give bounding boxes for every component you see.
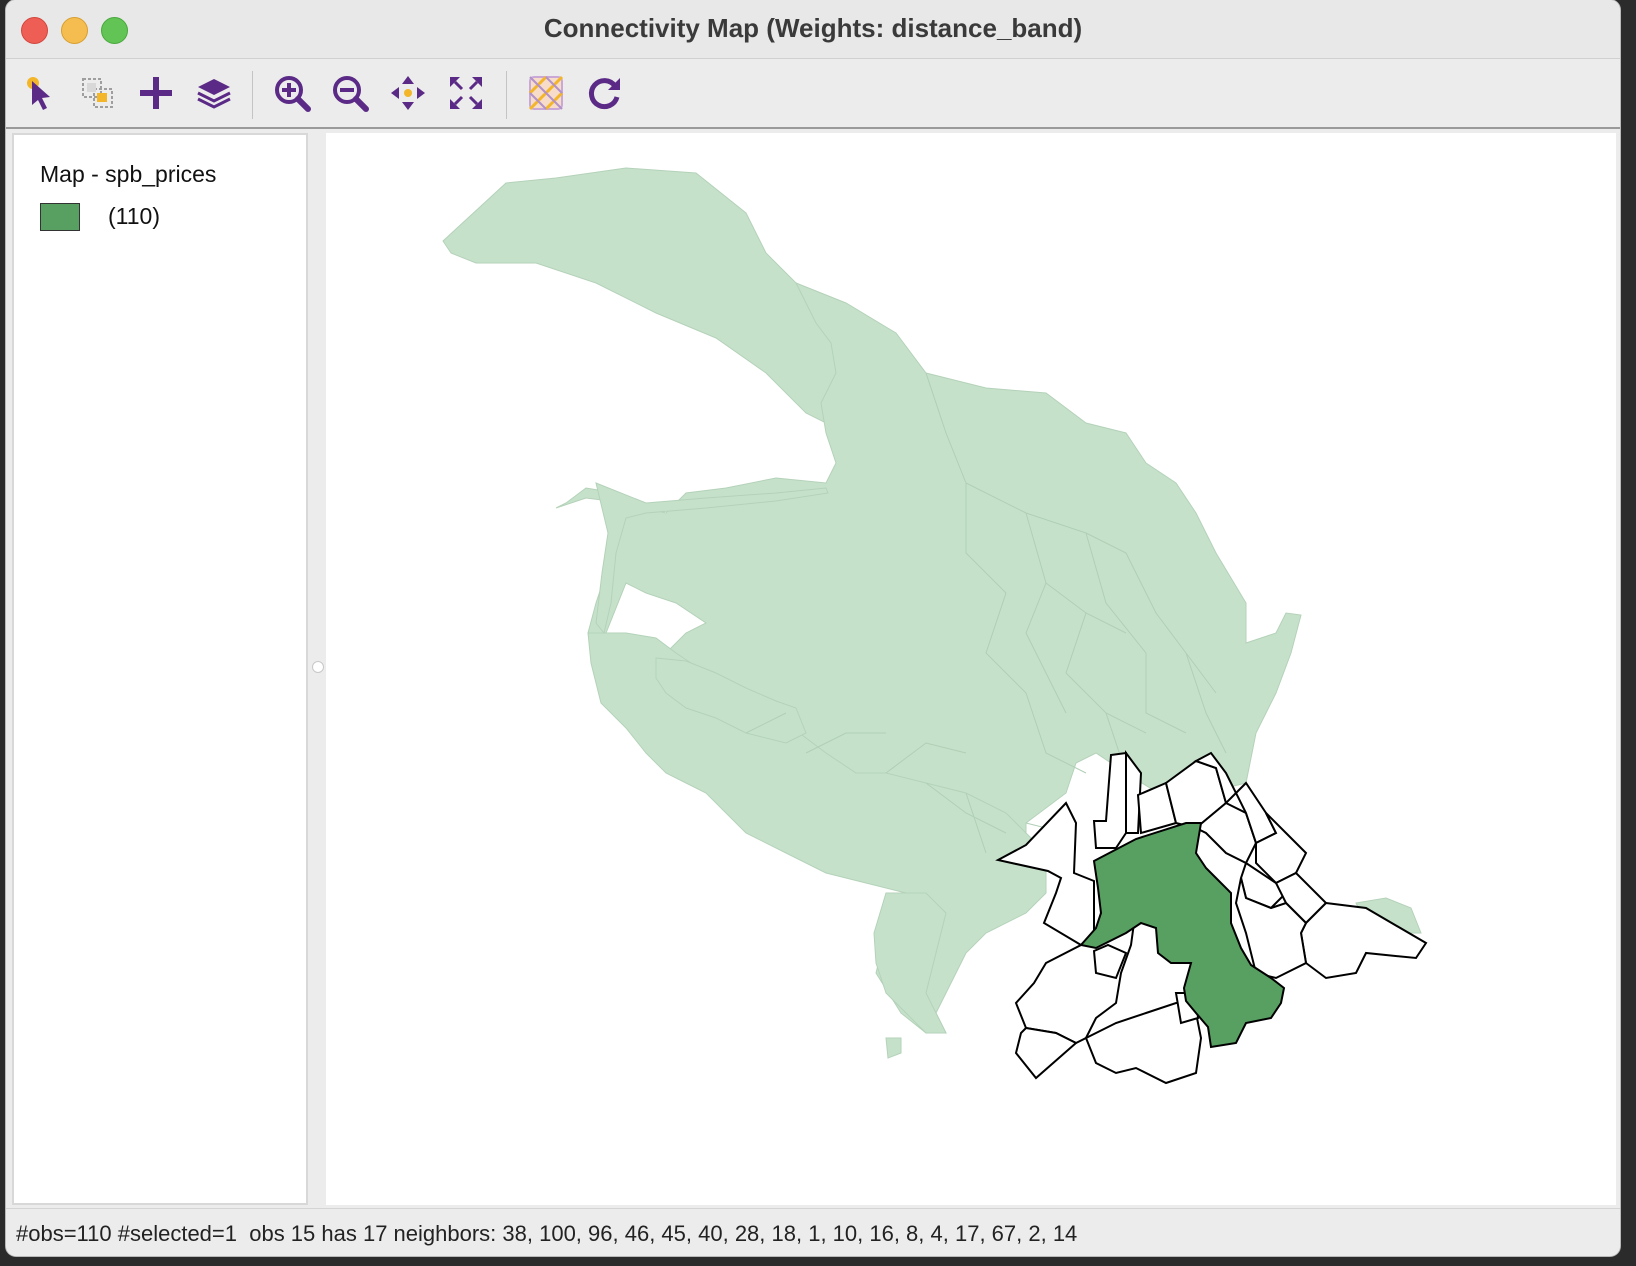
- panel-splitter[interactable]: [308, 133, 326, 1205]
- refresh-button[interactable]: [582, 71, 626, 115]
- add-layer-button[interactable]: [134, 71, 178, 115]
- plus-icon: [140, 77, 172, 109]
- full-extent-button[interactable]: [444, 71, 488, 115]
- connectivity-map-window: Connectivity Map (Weights: distance_band…: [6, 0, 1620, 1256]
- full-extent-icon: [450, 77, 482, 109]
- legend-title: Map - spb_prices: [40, 161, 217, 187]
- select-tool-button[interactable]: [18, 71, 62, 115]
- window-title: Connectivity Map (Weights: distance_band…: [543, 13, 1083, 43]
- selection-shape-icon: [82, 78, 113, 108]
- pointer-select-icon: [27, 77, 50, 110]
- neighbor-north-strip-a: [1092, 751, 1127, 849]
- map-toolbar: [6, 59, 1620, 129]
- splitter-handle[interactable]: [312, 661, 324, 673]
- pan-button[interactable]: [386, 71, 430, 115]
- selection-shape-tool-button[interactable]: [76, 71, 120, 115]
- layers-icon: [197, 79, 231, 109]
- layers-button[interactable]: [192, 71, 236, 115]
- small-island-region: [885, 1037, 902, 1059]
- zoom-in-icon: [275, 76, 311, 112]
- zoom-out-button[interactable]: [328, 71, 372, 115]
- toolbar-separator: [506, 71, 507, 119]
- legend-panel: Map - spb_prices (110): [12, 133, 308, 1205]
- status-text: #obs=110 #selected=1 obs 15 has 17 neigh…: [16, 1221, 1078, 1246]
- zoom-in-button[interactable]: [270, 71, 314, 115]
- pan-arrows-icon: [391, 76, 425, 110]
- basemap-button[interactable]: [524, 71, 568, 115]
- map-drawing[interactable]: [326, 133, 1616, 1205]
- basemap-icon: [528, 75, 564, 111]
- title-bar[interactable]: Connectivity Map (Weights: distance_band…: [6, 0, 1620, 59]
- zoom-out-icon: [333, 76, 369, 112]
- map-canvas[interactable]: [326, 133, 1616, 1205]
- legend-swatch[interactable]: [40, 203, 80, 231]
- legend-item-label: (110): [108, 203, 160, 229]
- status-bar: #obs=110 #selected=1 obs 15 has 17 neigh…: [6, 1208, 1620, 1256]
- toolbar-separator: [252, 71, 253, 119]
- refresh-icon: [588, 78, 620, 110]
